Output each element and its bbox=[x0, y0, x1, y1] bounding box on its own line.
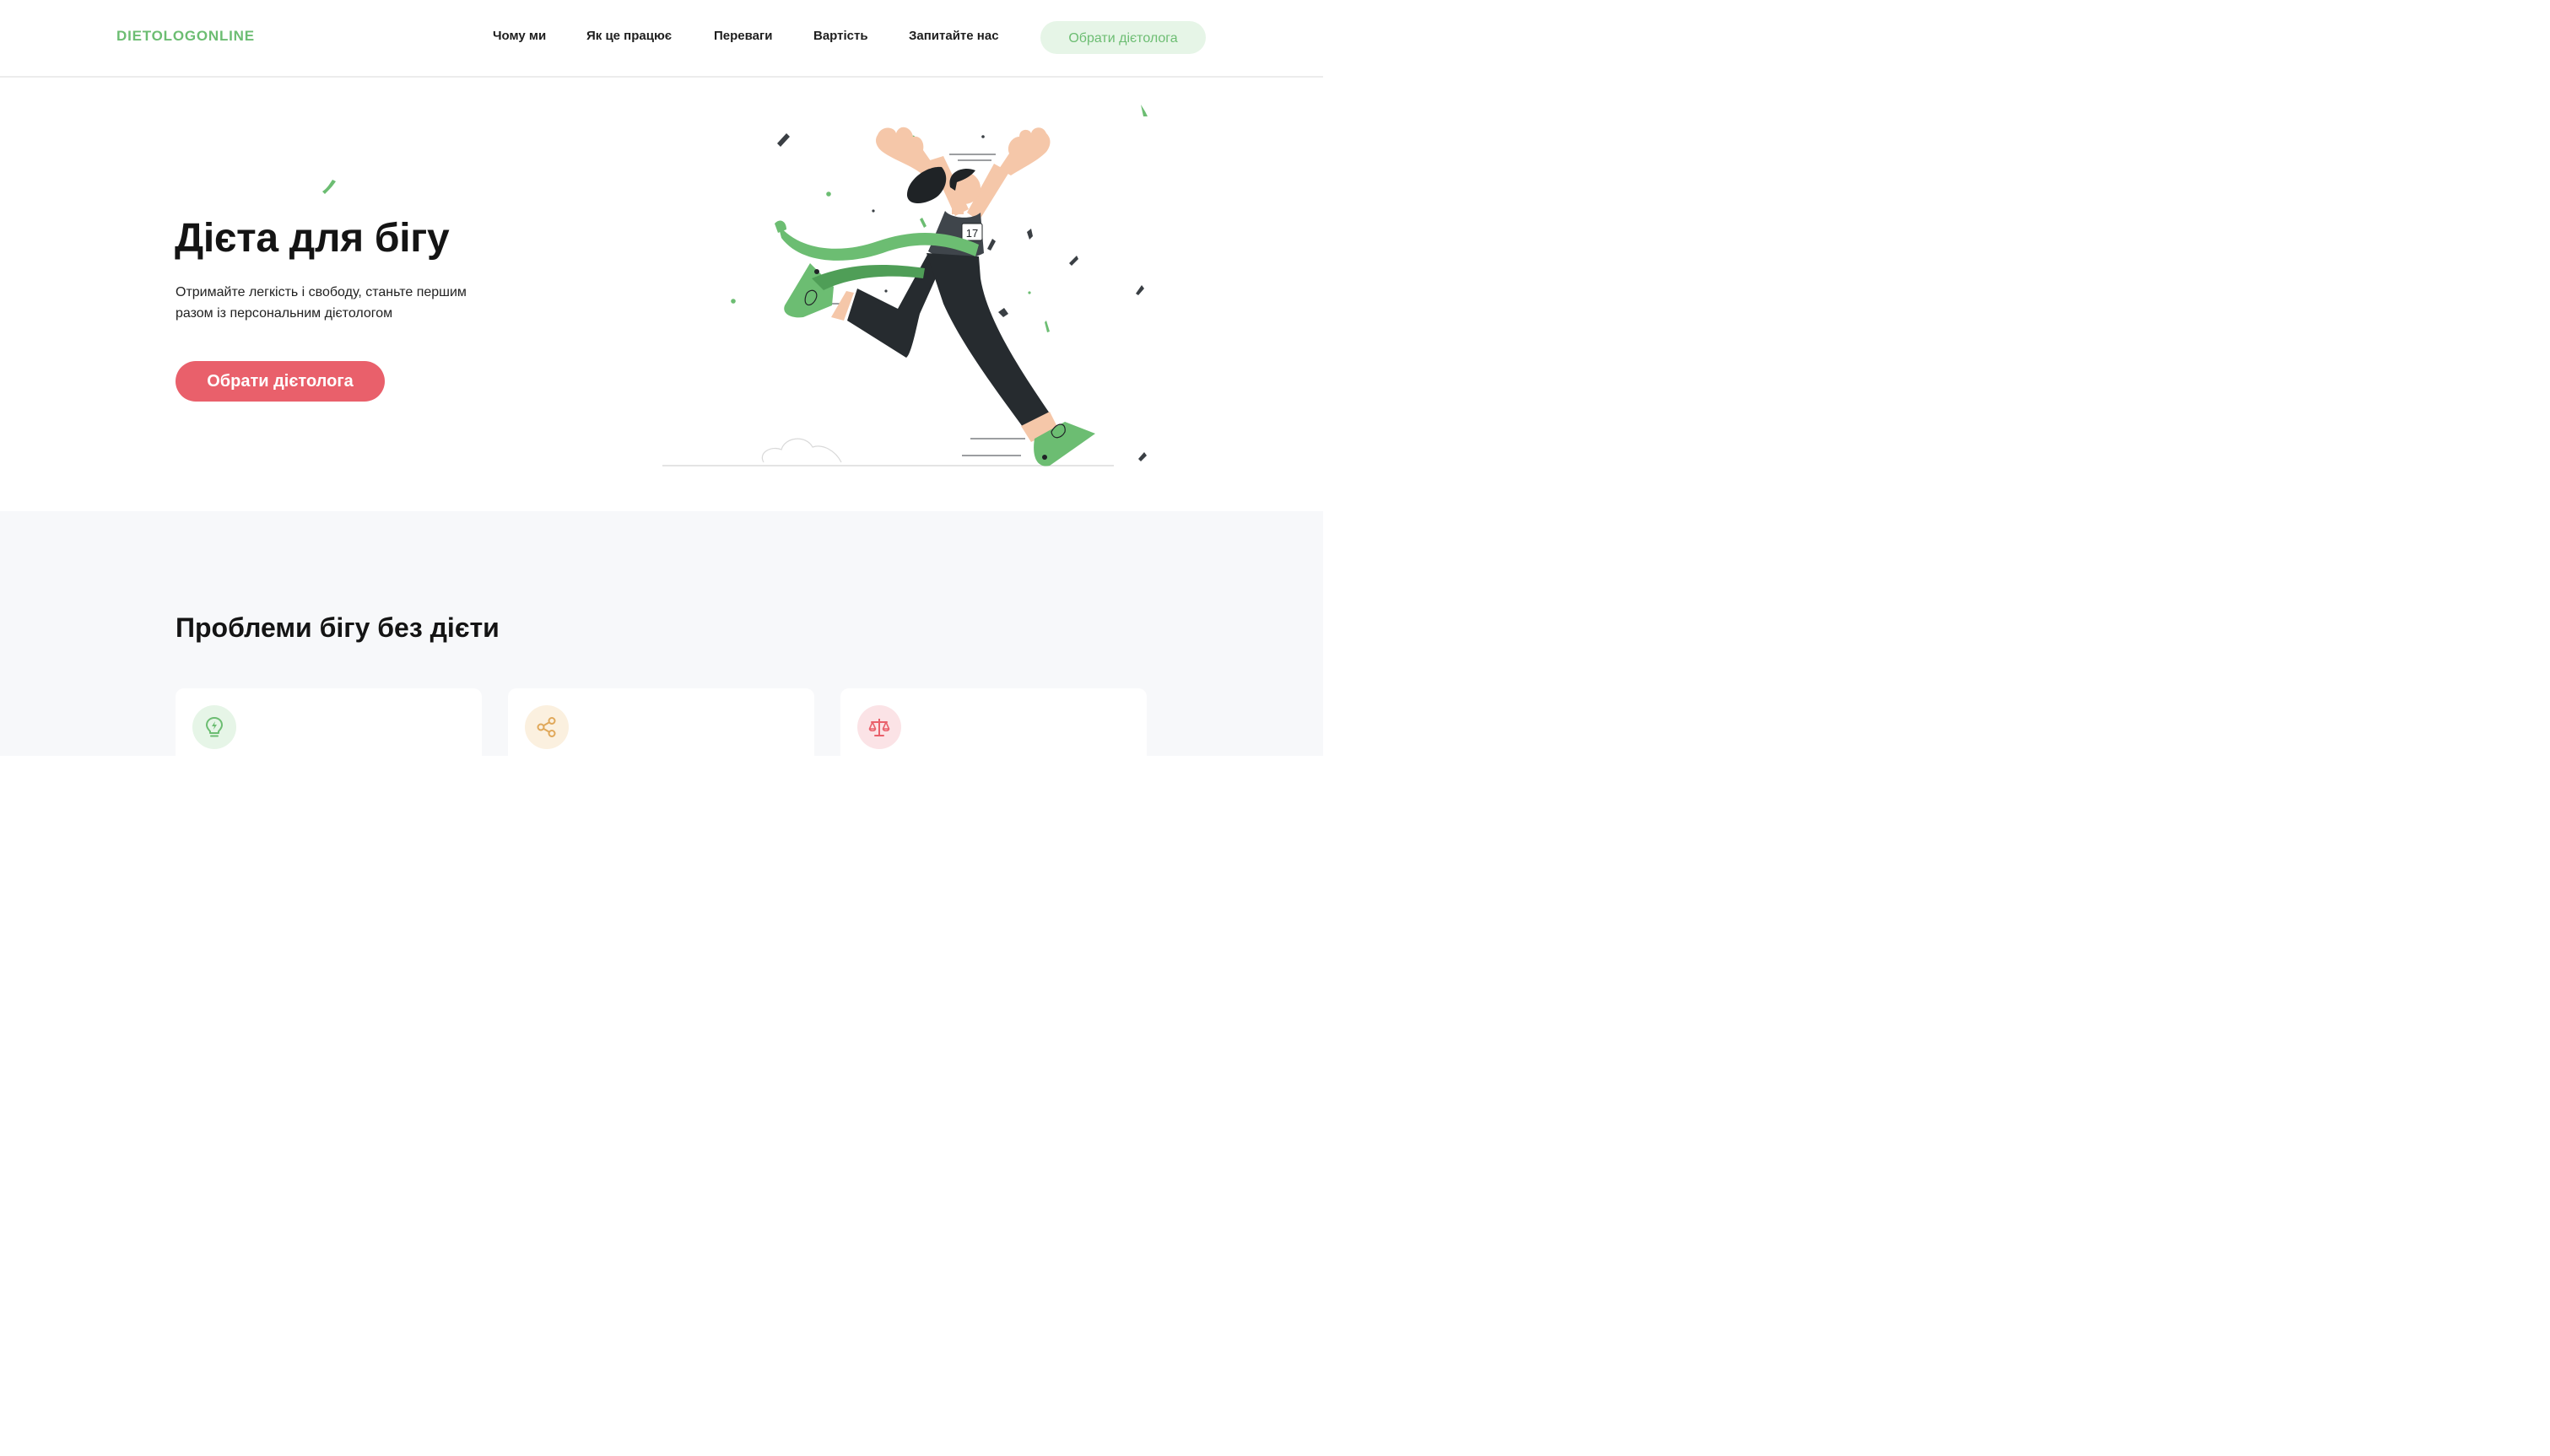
problems-title: Проблеми бігу без дієти bbox=[176, 612, 500, 643]
share-icon bbox=[525, 705, 569, 749]
confetti-decoration bbox=[322, 180, 336, 194]
problem-card-balance bbox=[840, 688, 1147, 790]
hero-title: Дієта для бігу bbox=[175, 216, 450, 261]
site-logo[interactable]: DIETOLOGONLINE bbox=[116, 28, 255, 45]
runner-illustration: 17 bbox=[662, 105, 1148, 466]
nav-item-how-it-works[interactable]: Як це працює bbox=[586, 29, 672, 43]
nav-item-pricing[interactable]: Вартість bbox=[813, 29, 868, 43]
problem-card-energy bbox=[176, 688, 482, 790]
hero-subtitle: Отримайте легкість і свободу, станьте пе… bbox=[176, 285, 467, 321]
problems-section: Проблеми бігу без дієти bbox=[0, 511, 1323, 790]
nav-item-advantages[interactable]: Переваги bbox=[714, 29, 772, 43]
site-header: DIETOLOGONLINE Чому ми Як це працює Пере… bbox=[0, 0, 1323, 78]
scales-icon bbox=[857, 705, 901, 749]
hero-choose-dietitian-button[interactable]: Обрати дієтолога bbox=[176, 361, 385, 402]
header-choose-dietitian-button[interactable]: Обрати дієтолога bbox=[1040, 21, 1206, 54]
bib-number: 17 bbox=[966, 227, 978, 240]
problem-card-sharing bbox=[508, 688, 814, 790]
nav-item-ask-us[interactable]: Запитайте нас bbox=[909, 29, 999, 43]
lightbulb-icon bbox=[192, 705, 236, 749]
nav-item-why-us[interactable]: Чому ми bbox=[493, 29, 546, 43]
